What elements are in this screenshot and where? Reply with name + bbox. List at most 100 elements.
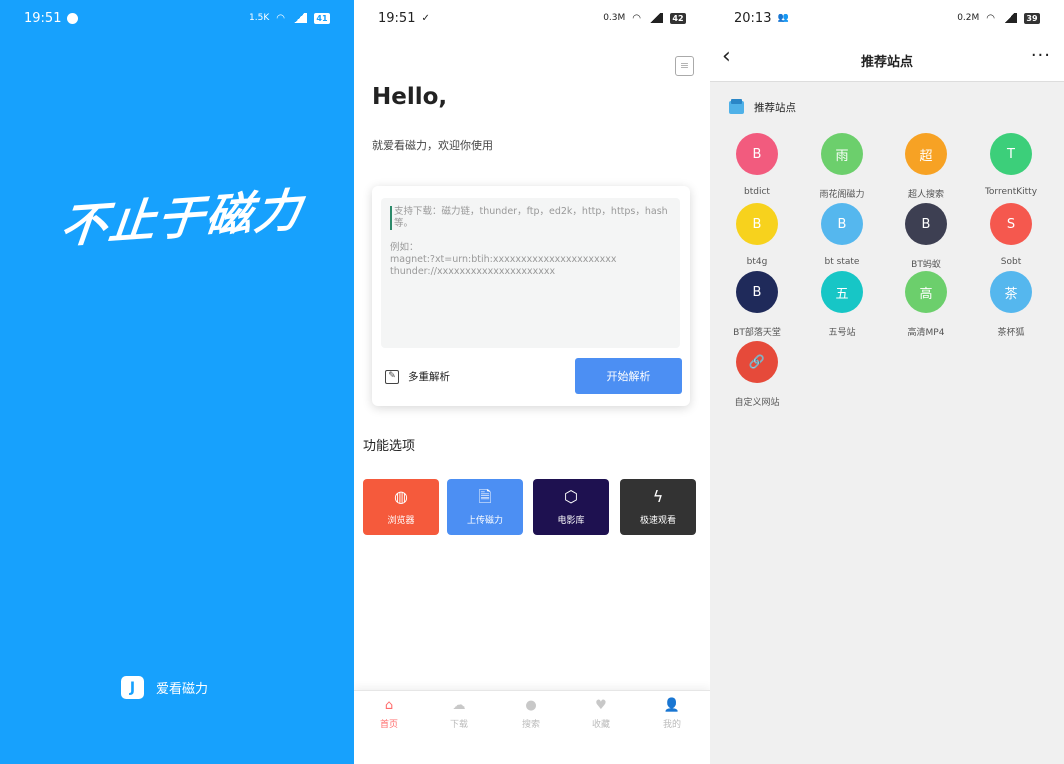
start-parse-button[interactable]: 开始解析 [575,358,682,394]
feature-label: 极速观看 [639,515,676,526]
feature-label: 电影库 [557,515,585,526]
slogan: 不止于磁力 [57,182,306,254]
site-avatar: T [990,133,1032,175]
site-item-custom[interactable]: 🔗 自定义网站 [715,341,799,408]
notification-icon: ✓ [421,12,430,24]
status-bar: 20:13 👥 0.2M ◠ 39 [710,0,1064,36]
site-item[interactable]: T TorrentKitty [969,133,1053,197]
site-name: TorrentKitty [984,187,1038,197]
tab-download[interactable]: ☁ 下载 [439,698,479,731]
tab-home[interactable]: ⌂ 首页 [369,699,409,731]
section-title: 推荐站点 [754,102,796,114]
site-item[interactable]: 雨 雨花阁磁力 [800,133,884,200]
site-name: 茶杯狐 [997,328,1025,338]
status-time: 19:51 [378,10,416,26]
site-item[interactable]: 茶 茶杯狐 [969,271,1053,338]
globe-icon: ◍ [394,486,408,506]
site-avatar: B [736,203,778,245]
heart-icon: ♥ [595,698,607,713]
site-name: BT部落天堂 [733,328,781,338]
net-speed: 0.3M [603,13,626,23]
multi-parse-toggle[interactable]: ✎ 多重解析 [385,369,450,384]
site-avatar: B [736,271,778,313]
tab-profile[interactable]: 👤 我的 [652,698,692,731]
feature-fast-watch-button[interactable]: ϟ 极速观看 [620,479,696,535]
wifi-icon: ◠ [986,12,995,24]
tab-search[interactable]: ● 搜索 [511,699,551,731]
link-input[interactable]: 支持下载：磁力链，thunder，ftp，ed2k，http，https，has… [381,198,680,348]
title-bar: ‹ 推荐站点 ··· [710,36,1064,82]
site-item[interactable]: 高 高清MP4 [884,271,968,338]
battery-icon: 41 [314,12,330,24]
user-icon: 👤 [663,698,681,713]
site-item[interactable]: B bt state [800,203,884,267]
feature-browser-button[interactable]: ◍ 浏览器 [363,479,439,535]
status-bar: 19:51 ✓ 0.3M ◠ 42 [354,0,710,36]
signal-icon [648,13,663,23]
more-menu-icon[interactable]: ··· [1031,45,1051,66]
site-item[interactable]: B btdict [715,133,799,197]
welcome-text: 就爱看磁力，欢迎你使用 [372,139,493,152]
site-name: Sobt [1000,257,1022,267]
feature-upload-button[interactable]: 🗎 上传磁力 [447,479,523,535]
recommended-sites-screen: 20:13 👥 0.2M ◠ 39 ‹ 推荐站点 ··· 推荐站点 B btdi… [710,0,1064,764]
app-name: 爱看磁力 [156,682,209,697]
lightning-icon: ϟ [652,486,664,506]
battery-icon: 42 [670,12,686,24]
multi-parse-label: 多重解析 [408,371,450,383]
feature-label: 浏览器 [387,515,415,526]
site-name: 超人搜索 [907,190,944,200]
bottom-tab-bar: ⌂ 首页 ☁ 下载 ● 搜索 ♥ 收藏 👤 我的 [354,690,710,764]
status-bar: 19:51 1.5K ◠ 41 [0,0,354,36]
tab-label: 首页 [379,720,398,730]
box-icon [729,99,744,114]
site-name: bt4g [746,257,768,267]
feature-movie-library-button[interactable]: ⬡ 电影库 [533,479,609,535]
site-avatar: 超 [905,133,947,175]
site-item[interactable]: B BT蚂蚁 [884,203,968,270]
tab-label: 我的 [662,720,681,730]
edit-icon: ✎ [385,369,399,384]
greeting: Hello, [372,84,448,110]
site-avatar: 茶 [990,271,1032,313]
site-item[interactable]: B bt4g [715,203,799,267]
document-icon[interactable]: ≡ [675,56,694,76]
app-logo: J [121,676,144,699]
feature-label: 上传磁力 [466,515,503,526]
download-icon: ☁ [452,698,466,713]
site-item[interactable]: B BT部落天堂 [715,271,799,338]
tab-label: 下载 [449,720,468,730]
link-icon: 🔗 [736,341,778,383]
tab-favorites[interactable]: ♥ 收藏 [581,698,621,731]
home-screen: 19:51 ✓ 0.3M ◠ 42 ≡ Hello, 就爱看磁力，欢迎你使用 支… [354,0,710,764]
example-thunder: thunder://xxxxxxxxxxxxxxxxxxxxx [390,266,556,277]
site-item[interactable]: 超 超人搜索 [884,133,968,200]
site-avatar: B [905,203,947,245]
user-status-icon: 👥 [777,13,789,23]
site-name: 高清MP4 [907,328,945,338]
site-item[interactable]: 五 五号站 [800,271,884,338]
page-title: 推荐站点 [860,55,913,70]
signal-icon [292,13,307,23]
site-avatar: B [736,133,778,175]
net-speed: 1.5K [249,13,270,23]
site-avatar: B [821,203,863,245]
wifi-icon: ◠ [276,12,285,24]
site-avatar: 五 [821,271,863,313]
site-name: btdict [744,187,770,197]
brand: J 爱看磁力 [121,676,208,699]
upload-file-icon: 🗎 [478,486,492,506]
signal-icon [1002,13,1017,23]
site-name: bt state [824,257,860,267]
input-placeholder: 支持下载：磁力链，thunder，ftp，ed2k，http，https，has… [390,206,671,230]
site-item[interactable]: S Sobt [969,203,1053,267]
section-header: 推荐站点 [729,99,796,115]
example-magnet: magnet:?xt=urn:btih:xxxxxxxxxxxxxxxxxxxx… [390,254,617,265]
tab-label: 收藏 [591,720,610,730]
site-name: 五号站 [828,328,856,338]
site-name: BT蚂蚁 [911,260,941,270]
site-avatar: 雨 [821,133,863,175]
site-avatar: 高 [905,271,947,313]
cube-icon: ⬡ [564,486,578,506]
site-name: 自定义网站 [734,398,780,408]
